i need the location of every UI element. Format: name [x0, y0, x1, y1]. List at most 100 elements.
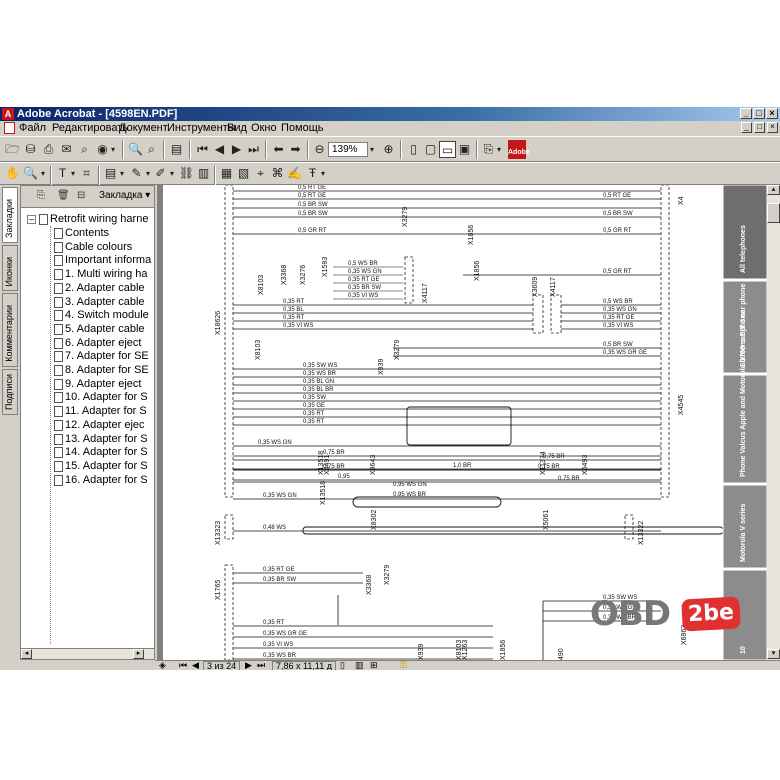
menu-view[interactable]: Вид: [227, 122, 247, 135]
bookmark-item[interactable]: 12. Adapter ejec: [54, 418, 145, 432]
fit-page-icon[interactable]: ▢: [422, 141, 439, 158]
menu-tools[interactable]: Инструменты: [167, 122, 236, 135]
zoom-tool-icon[interactable]: 🔍: [22, 165, 39, 182]
continuous-icon[interactable]: ▥: [355, 660, 364, 670]
scroll-up-icon[interactable]: ▴: [767, 185, 780, 195]
menu-edit[interactable]: Редактировать: [52, 122, 128, 135]
single-page-icon[interactable]: ▯: [340, 660, 345, 670]
link-tool-icon[interactable]: ⛓: [178, 165, 195, 182]
doc-minimize-button[interactable]: _: [741, 122, 752, 133]
menu-window[interactable]: Окно: [251, 122, 277, 135]
collapse-icon[interactable]: –: [27, 215, 36, 224]
bookmark-root[interactable]: – Retrofit wiring harne: [27, 212, 148, 226]
bookmark-item[interactable]: 15. Adapter for S: [54, 459, 148, 473]
previous-page-icon[interactable]: ◀: [211, 141, 228, 158]
save-icon[interactable]: ⛁: [22, 141, 39, 158]
maximize-button[interactable]: □: [753, 108, 765, 119]
status-nav-icon[interactable]: ◈: [159, 660, 166, 670]
bookmark-item[interactable]: 8. Adapter for SE: [54, 363, 149, 377]
next-page-icon[interactable]: ▶: [228, 141, 245, 158]
status-next-page-icon[interactable]: ▶: [245, 660, 252, 670]
bookmark-item[interactable]: 16. Adapter for S: [54, 473, 148, 487]
document-icon[interactable]: [4, 122, 15, 134]
email-icon[interactable]: ✉: [58, 141, 75, 158]
open-icon[interactable]: 🗁: [4, 141, 21, 158]
bookmark-item[interactable]: 2. Adapter cable: [54, 281, 145, 295]
highlight-dropdown-icon[interactable]: ▾: [167, 165, 177, 182]
fit-visible-icon[interactable]: ▣: [456, 141, 473, 158]
menu-help[interactable]: Помощь: [281, 122, 324, 135]
status-prev-page-icon[interactable]: ◀: [192, 660, 199, 670]
scroll-right-icon[interactable]: ▸: [133, 649, 144, 659]
rotate-dropdown-icon[interactable]: ▾: [494, 141, 504, 158]
expand-bookmark-icon[interactable]: ⊟: [77, 190, 85, 202]
actual-size-icon[interactable]: ▯: [405, 141, 422, 158]
document-view[interactable]: 0,5 RT GE 0,5 RT GE 0,5 BR SW 0,5 BR SW 0,5 …: [157, 185, 767, 660]
menu-file[interactable]: Файл: [19, 122, 46, 135]
bookmark-item[interactable]: Cable colours: [54, 240, 132, 254]
bookmarks-hscrollbar[interactable]: ◂ ▸: [21, 648, 154, 659]
touchup-object-icon[interactable]: ⌘: [269, 165, 286, 182]
scroll-thumb[interactable]: [767, 203, 780, 223]
bookmark-item[interactable]: 1. Multi wiring ha: [54, 267, 148, 281]
tab-thumbnails[interactable]: Иконки: [2, 245, 18, 291]
bookmarks-menu[interactable]: Закладка ▾: [99, 190, 150, 201]
zoom-out-icon[interactable]: ⊖: [311, 141, 328, 158]
show-navigation-pane-icon[interactable]: ▤: [168, 141, 185, 158]
bookmark-item[interactable]: 10. Adapter for S: [54, 390, 148, 404]
tab-signatures[interactable]: Подписи: [2, 369, 18, 415]
bookmark-item[interactable]: 5. Adapter cable: [54, 322, 145, 336]
document-vscrollbar[interactable]: ▴ ▾: [767, 185, 780, 660]
go-back-icon[interactable]: ⬅: [270, 141, 287, 158]
zoom-input[interactable]: 139%: [328, 142, 368, 157]
doc-restore-button[interactable]: □: [754, 122, 765, 133]
tab-bookmarks[interactable]: Закладки: [2, 187, 18, 243]
first-page-icon[interactable]: ⏮: [194, 141, 211, 158]
bookmark-item[interactable]: 13. Adapter for S: [54, 432, 148, 446]
tab-comments[interactable]: Комментарии: [2, 293, 18, 367]
article-tool-icon[interactable]: ▥: [195, 165, 212, 182]
find-icon[interactable]: ⌕: [76, 141, 93, 158]
zoom-in-icon[interactable]: ⊕: [380, 141, 397, 158]
bookmark-item[interactable]: 4. Switch module: [54, 308, 149, 322]
signature-tool-icon[interactable]: ✍: [286, 165, 303, 182]
bookmark-item[interactable]: 3. Adapter cable: [54, 295, 145, 309]
new-bookmark-icon[interactable]: ⎘: [37, 190, 45, 202]
minimize-button[interactable]: _: [740, 108, 752, 119]
typewriter-dropdown-icon[interactable]: ▾: [318, 165, 328, 182]
close-button[interactable]: ×: [766, 108, 778, 119]
page-indicator[interactable]: 3 из 24: [203, 661, 241, 670]
last-page-icon[interactable]: ⏭: [245, 141, 262, 158]
bookmark-item[interactable]: 14. Adapter for S: [54, 445, 148, 459]
crop-tool-icon[interactable]: ⌗: [78, 165, 95, 182]
doc-close-button[interactable]: ×: [767, 122, 778, 133]
facing-icon[interactable]: ⊞: [370, 660, 378, 670]
touchup-text-icon[interactable]: ⌖: [252, 165, 269, 182]
search-results-icon[interactable]: ⌕: [143, 141, 160, 158]
status-last-page-icon[interactable]: ⏭: [257, 660, 265, 670]
bookmark-item[interactable]: 11. Adapter for S: [54, 404, 147, 418]
bookmark-item[interactable]: 9. Adapter eject: [54, 377, 141, 391]
go-forward-icon[interactable]: ➡: [287, 141, 304, 158]
status-first-page-icon[interactable]: ⏮: [179, 660, 187, 670]
dropdown-arrow-icon[interactable]: ▾: [108, 141, 118, 158]
form-tool-icon[interactable]: ▧: [235, 165, 252, 182]
note-dropdown-icon[interactable]: ▾: [117, 165, 127, 182]
bookmark-item[interactable]: Important informa: [54, 253, 151, 267]
search-icon[interactable]: 🔍: [127, 141, 144, 158]
bookmark-item[interactable]: 7. Adapter for SE: [54, 349, 149, 363]
delete-bookmark-icon[interactable]: 🗑: [57, 190, 70, 202]
movie-tool-icon[interactable]: ▦: [218, 165, 235, 182]
bookmark-item[interactable]: 6. Adapter eject: [54, 336, 141, 350]
zoom-dropdown-icon[interactable]: ▾: [367, 141, 377, 158]
scroll-down-icon[interactable]: ▾: [767, 649, 780, 659]
key-icon[interactable]: ⚿: [400, 660, 407, 670]
zoom-tool-dropdown-icon[interactable]: ▾: [38, 165, 48, 182]
bookmark-item[interactable]: Contents: [54, 226, 109, 240]
adobe-logo-icon[interactable]: Adobe: [508, 140, 530, 159]
text-select-dropdown-icon[interactable]: ▾: [68, 165, 78, 182]
hand-tool-icon[interactable]: ✋: [4, 165, 21, 182]
print-icon[interactable]: ⎙: [40, 141, 57, 158]
fit-width-icon[interactable]: ▭: [439, 141, 456, 158]
scroll-left-icon[interactable]: ◂: [21, 649, 32, 659]
